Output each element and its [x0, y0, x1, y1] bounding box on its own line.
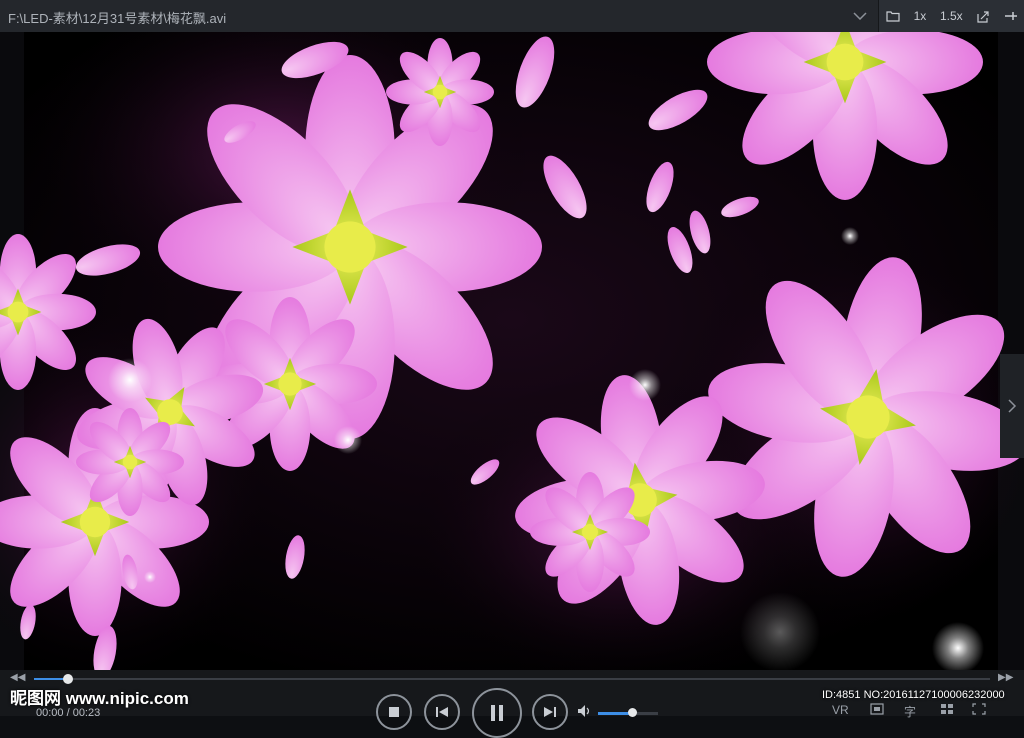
title-toolbar: 1x 1.5x — [878, 0, 1024, 32]
side-panel-toggle[interactable] — [1000, 354, 1024, 458]
pin-icon[interactable] — [1004, 10, 1018, 22]
watermark-id: ID:4851 NO:20161127100006232000 — [822, 689, 1005, 701]
stop-button[interactable] — [376, 694, 412, 730]
previous-icon — [436, 707, 448, 717]
chevron-down-icon[interactable] — [850, 6, 870, 26]
folder-icon[interactable] — [886, 10, 900, 22]
file-path-title: F:\LED-素材\12月31号素材\梅花飘.avi — [8, 11, 227, 26]
previous-button[interactable] — [424, 694, 460, 730]
vr-button[interactable]: VR — [832, 703, 849, 717]
seek-back-icon[interactable]: ◀◀ — [10, 672, 25, 683]
chevron-right-icon — [1008, 399, 1017, 413]
volume-icon[interactable] — [577, 704, 591, 723]
next-button[interactable] — [532, 694, 568, 730]
watermark-site: 昵图网 www.nipic.com — [10, 689, 189, 708]
export-icon[interactable] — [976, 10, 990, 23]
speed-1x-button[interactable]: 1x — [914, 9, 927, 23]
flower-small-center — [530, 472, 650, 592]
next-icon — [544, 707, 556, 717]
volume-slider-fill — [598, 712, 633, 715]
pause-button[interactable] — [472, 688, 522, 738]
flower-small-pink — [76, 408, 185, 516]
subtitle-button[interactable]: 字 — [904, 703, 916, 720]
title-bar: F:\LED-素材\12月31号素材\梅花飘.avi 1x 1.5x — [0, 0, 1024, 33]
speed-15x-button[interactable]: 1.5x — [940, 9, 963, 23]
video-frame[interactable] — [0, 32, 1024, 670]
seek-knob[interactable] — [63, 674, 74, 684]
seek-forward-icon[interactable]: ▶▶ — [998, 672, 1013, 683]
pause-icon — [491, 705, 503, 721]
flower-small-top — [386, 38, 494, 146]
seek-bar[interactable] — [34, 678, 990, 680]
